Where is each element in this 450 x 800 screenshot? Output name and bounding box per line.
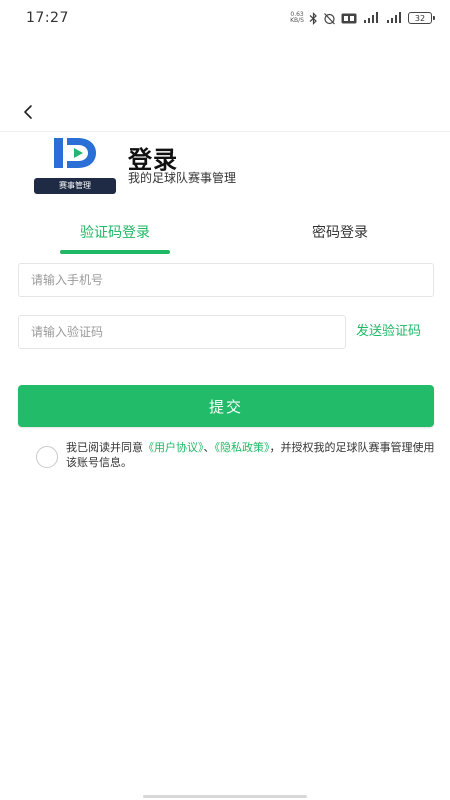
tab-password-login[interactable]: 密码登录 [285,222,395,254]
phone-input[interactable] [18,263,434,297]
bluetooth-icon [309,11,318,25]
tab-label: 验证码登录 [80,225,150,241]
active-tab-indicator [60,250,170,254]
submit-button[interactable]: 提交 [18,385,434,427]
page-subtitle: 我的足球队赛事管理 [128,171,237,185]
verification-code-input[interactable] [18,315,346,349]
status-time: 17:27 [26,10,69,26]
privacy-policy-link[interactable]: 《隐私政策》 [215,441,270,454]
login-tabs: 验证码登录 密码登录 [0,222,450,254]
agreement-prefix: 我已阅读并同意 [66,441,143,454]
battery-icon: 32 [408,12,435,24]
logo-caption: 赛事管理 [34,178,116,194]
signal-icon [362,11,380,25]
tab-label: 密码登录 [312,225,368,241]
back-button[interactable] [14,98,42,126]
app-logo: 赛事管理 [34,136,116,194]
logo-mark-icon [54,138,96,168]
hd-icon [341,11,357,25]
tab-sms-login[interactable]: 验证码登录 [60,222,170,254]
agreement-separator: 、 [203,441,215,454]
status-icons: 0.63 KB/S 32 [290,11,435,25]
user-agreement-link[interactable]: 《用户协议》 [143,441,204,454]
nav-bar [0,92,450,132]
chevron-left-icon [24,105,32,119]
status-bar: 17:27 0.63 KB/S 32 [0,0,450,36]
agreement-text: 我已阅读并同意《用户协议》、《隐私政策》，并授权我的足球队赛事管理使用该账号信息… [66,440,438,470]
agreement-checkbox[interactable] [36,446,58,468]
alarm-off-icon [323,11,336,25]
send-code-button[interactable]: 发送验证码 [356,315,446,349]
battery-level: 32 [414,13,426,23]
login-screen: 17:27 0.63 KB/S 32 赛事管理 登录 我的足球队赛事管理 验证码… [0,0,450,800]
network-speed: 0.63 KB/S [290,12,304,24]
signal-icon [385,11,403,25]
home-indicator [143,795,307,798]
network-speed-unit: KB/S [290,17,304,24]
